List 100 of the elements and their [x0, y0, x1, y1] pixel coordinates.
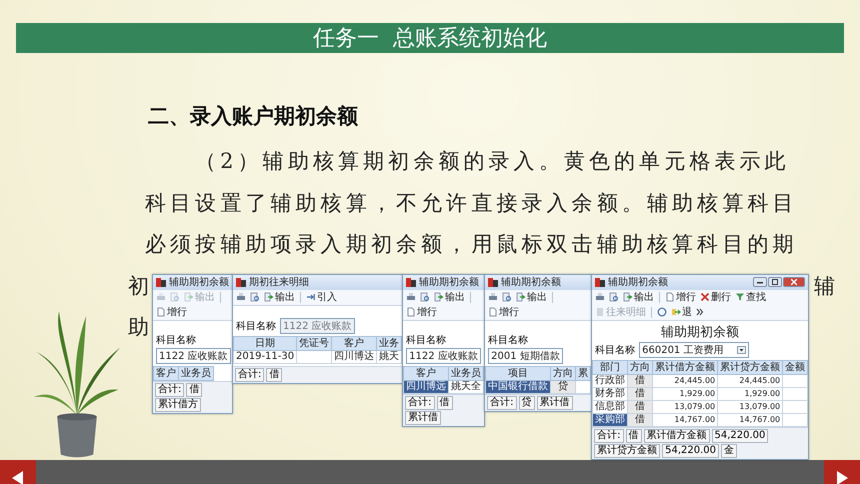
- dropdown-field[interactable]: 660201 工资费用: [639, 342, 750, 358]
- page-search-icon: [609, 292, 620, 302]
- status-cell: 累计贷方金额: [594, 444, 660, 458]
- table-cell: 姚天全: [448, 380, 484, 393]
- printer-icon: [156, 292, 166, 302]
- input-field[interactable]: 2001 短期借款: [488, 348, 563, 364]
- close-button[interactable]: [783, 277, 806, 287]
- status-cell: 合计:: [405, 396, 434, 410]
- status-cell: 累计借方: [155, 398, 201, 412]
- toolbar-button[interactable]: 输出: [263, 290, 296, 304]
- column-header[interactable]: 日期: [234, 336, 297, 350]
- app-logo-icon: [406, 278, 416, 286]
- table-cell: 四川博远: [404, 380, 449, 393]
- table-cell: 四川博达: [332, 350, 377, 363]
- caret-icon: [737, 346, 746, 354]
- page-icon: [406, 307, 416, 317]
- column-header[interactable]: 累计贷方金额: [718, 360, 783, 374]
- status-cell: 54,220.00: [662, 444, 720, 458]
- text-fragment: 助: [128, 314, 149, 341]
- toolbar-button[interactable]: 输出: [515, 290, 548, 304]
- minimize-icon: [757, 280, 764, 284]
- column-header[interactable]: 客户: [154, 366, 178, 380]
- toolbar-button[interactable]: 增行: [405, 306, 438, 318]
- page-icon: [156, 307, 166, 317]
- column-header[interactable]: 客户: [404, 366, 449, 380]
- window-title: 辅助期初余额: [169, 276, 229, 289]
- status-cell: 累计借: [405, 410, 442, 424]
- table-cell: 中国银行借款: [486, 380, 551, 393]
- text-fragment: 初: [128, 272, 149, 300]
- minimize-button[interactable]: [753, 277, 768, 287]
- toolbar-button[interactable]: 增行: [155, 306, 188, 318]
- field-label: 科目名称: [156, 334, 196, 346]
- page-arrow-icon: [184, 292, 194, 302]
- table-cell: 2019-11-30: [234, 350, 297, 363]
- table-cell: 24,445.00: [718, 374, 783, 387]
- page-search-icon: [250, 292, 260, 302]
- toolbar-button[interactable]: 增行: [487, 306, 520, 318]
- toolbar-button[interactable]: 引入: [305, 290, 338, 304]
- column-header[interactable]: 方向: [628, 360, 653, 374]
- table-cell: 财务部: [592, 387, 628, 400]
- page-arrow-icon: [434, 292, 444, 302]
- status-cell: 贷: [518, 396, 534, 410]
- page-search-icon: [502, 292, 512, 302]
- status-cell: 累计借方金额: [644, 428, 710, 442]
- printer-icon: [236, 292, 246, 302]
- column-header[interactable]: 方向: [550, 366, 576, 380]
- page-arrow-icon: [264, 292, 274, 302]
- field-label: 科目名称: [236, 320, 276, 332]
- page-search-icon: [170, 292, 180, 302]
- right-triangle-icon: [836, 470, 848, 484]
- maximize-button[interactable]: [768, 277, 782, 287]
- input-field[interactable]: 1122 应收账款: [156, 348, 231, 364]
- page-search-icon: [420, 292, 430, 302]
- column-header[interactable]: 累: [576, 366, 591, 380]
- table-cell: 行政部: [592, 374, 628, 387]
- column-header[interactable]: 业务: [376, 336, 402, 350]
- table-cell: 1,929.00: [652, 387, 718, 400]
- toolbar-button[interactable]: 输出: [433, 290, 466, 304]
- arrow-icon: [306, 292, 316, 302]
- table-cell: 13,079.00: [652, 400, 718, 413]
- funnel-icon: [735, 292, 746, 302]
- toolbar-button[interactable]: 删行: [699, 290, 732, 304]
- table-cell: 14,767.00: [718, 413, 783, 426]
- text-fragment: 辅: [814, 272, 836, 300]
- printer-icon: [406, 292, 416, 302]
- column-header[interactable]: 金额: [782, 360, 808, 374]
- column-header[interactable]: 部门: [592, 360, 628, 374]
- book-icon: [595, 307, 606, 317]
- status-cell: 合计:: [594, 428, 624, 442]
- table-cell: 1,929.00: [718, 387, 783, 400]
- column-header[interactable]: 业务员: [448, 366, 484, 380]
- window-heading: 辅助期初余额: [660, 324, 740, 340]
- toolbar-button[interactable]: 查找: [734, 290, 768, 304]
- window-title: 辅助期初余额: [419, 276, 480, 289]
- toolbar-button[interactable]: 输出: [622, 290, 656, 304]
- cross-icon: [700, 292, 710, 302]
- toolbar-button[interactable]: 增行: [664, 290, 698, 304]
- status-cell: 借: [266, 368, 282, 382]
- status-cell: 合计:: [487, 396, 516, 410]
- section-heading: 二、录入账户期初余额: [148, 103, 359, 129]
- status-cell: 借: [436, 396, 452, 410]
- exit-arrow-icon: [671, 307, 682, 317]
- table-cell: 24,445.00: [652, 374, 718, 387]
- column-header[interactable]: 凭证号: [296, 336, 332, 350]
- table-cell: 信息部: [592, 400, 628, 413]
- column-header[interactable]: 项目: [486, 366, 551, 380]
- status-cell: 54,220.00: [712, 428, 768, 442]
- status-cell: 借: [186, 382, 202, 396]
- toolbar-button[interactable]: 退: [670, 306, 694, 318]
- app-logo-icon: [236, 278, 246, 286]
- status-cell: 累计借: [536, 396, 572, 410]
- column-header[interactable]: 业务员: [178, 366, 214, 380]
- chevron-icon: [696, 308, 704, 316]
- field-label: 科目名称: [488, 334, 528, 346]
- column-header[interactable]: 累计借方金额: [652, 360, 718, 374]
- input-field[interactable]: 1122 应收账款: [406, 348, 481, 364]
- printer-icon: [488, 292, 498, 302]
- column-header[interactable]: 客户: [332, 336, 377, 350]
- table-cell: 14,767.00: [652, 413, 718, 426]
- app-logo-icon: [156, 278, 166, 286]
